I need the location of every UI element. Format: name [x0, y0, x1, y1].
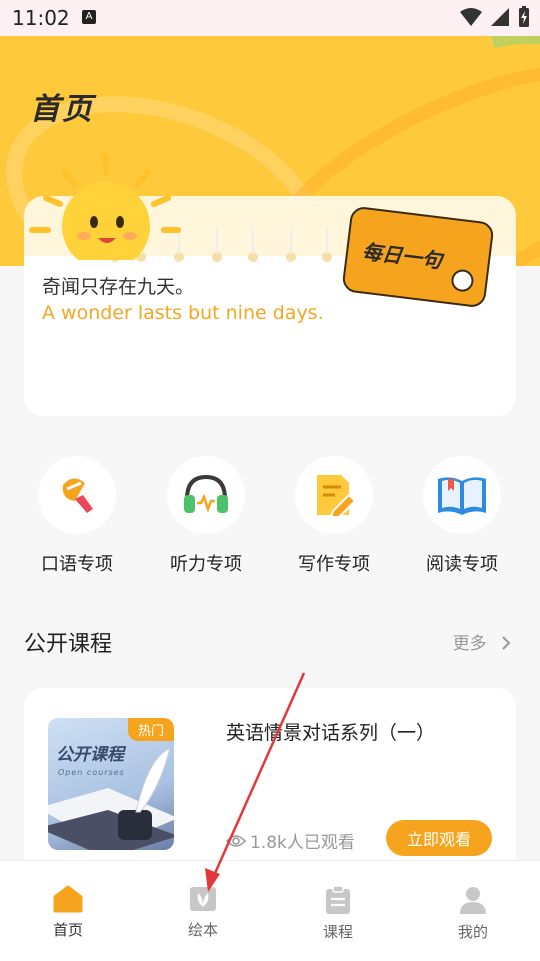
more-link[interactable]: 更多 [453, 629, 514, 654]
tab-profile[interactable]: 我的 [433, 885, 513, 942]
feature-icon-circle [167, 456, 245, 534]
course-thumbnail[interactable]: 热门 公开课程 Open courses [48, 718, 174, 850]
signal-icon [491, 8, 509, 26]
writing-pad-icon [317, 475, 357, 518]
quote-chinese: 奇闻只存在九天。 [42, 276, 195, 298]
feature-writing[interactable]: 写作专项 [284, 456, 384, 576]
ink-quill-icon [48, 747, 174, 850]
clipboard-icon [326, 885, 350, 914]
more-label: 更多 [452, 634, 487, 654]
feature-label: 听力专项 [170, 554, 242, 575]
feature-speaking[interactable]: 口语专项 [27, 456, 127, 576]
chevron-right-icon [502, 636, 511, 650]
binder-ring [322, 228, 332, 262]
person-icon [460, 887, 486, 914]
tag-hole [450, 268, 475, 293]
status-time: 11:02 [12, 6, 70, 30]
keyboard-notification-icon: A [82, 10, 96, 24]
feature-reading[interactable]: 阅读专项 [412, 456, 512, 576]
tab-courses[interactable]: 课程 [298, 885, 378, 942]
binder-ring [286, 228, 296, 262]
feature-icon-circle [295, 456, 373, 534]
sun-mascot-icon [29, 153, 181, 260]
feature-label: 阅读专项 [426, 554, 498, 575]
wifi-icon [460, 8, 482, 26]
tab-label: 课程 [322, 923, 353, 941]
daily-sentence-tag: 每日一句 [341, 205, 495, 309]
megaphone-icon [62, 478, 93, 513]
open-book-icon [438, 477, 486, 515]
feature-shortcuts: 口语专项 听力专项 写作专项 阅读专项 [0, 456, 540, 586]
view-count-text: 1.8k人已观看 [250, 833, 355, 853]
status-icons [460, 6, 530, 28]
feature-label: 写作专项 [298, 554, 370, 575]
eye-icon [226, 834, 246, 847]
feature-label: 口语专项 [41, 554, 113, 575]
binder-ring [212, 228, 222, 262]
view-count: 1.8k人已观看 [226, 828, 355, 853]
tab-label: 首页 [52, 921, 83, 939]
binder-ring [248, 228, 258, 262]
tab-label: 绘本 [187, 921, 218, 939]
tab-picture-book[interactable]: 绘本 [163, 885, 243, 940]
section-title: 公开课程 [24, 632, 113, 657]
quote-english: A wonder lasts but nine days. [42, 302, 324, 324]
page-title: 首页 [30, 92, 94, 127]
picture-book-icon [190, 887, 216, 911]
course-card[interactable]: 热门 公开课程 Open courses 英语情景对话系列（一） 1.8k人已观… [24, 688, 516, 888]
feature-icon-circle [38, 456, 116, 534]
course-title: 英语情景对话系列（一） [226, 722, 436, 744]
bottom-tab-bar: 首页 绘本 课程 我的 [0, 860, 540, 961]
battery-icon [519, 6, 529, 27]
tab-home[interactable]: 首页 [28, 885, 108, 940]
status-bar: 11:02 A [0, 0, 540, 36]
headphones-icon [184, 474, 228, 513]
watch-now-button[interactable]: 立即观看 [386, 820, 492, 856]
home-icon [53, 885, 83, 913]
daily-sentence-label: 每日一句 [360, 239, 444, 273]
feature-listening[interactable]: 听力专项 [156, 456, 256, 576]
tab-label: 我的 [457, 923, 488, 941]
feature-icon-circle [423, 456, 501, 534]
